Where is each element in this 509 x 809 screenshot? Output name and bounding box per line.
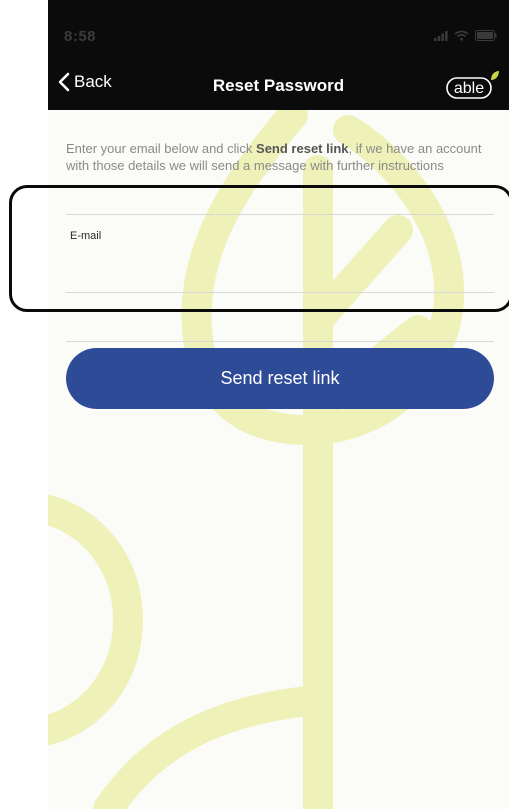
signal-icon xyxy=(434,30,448,41)
reset-form: Enter your email below and click Send re… xyxy=(66,140,496,174)
screen: 8:58 Back Reset Password able Enter your… xyxy=(0,0,509,809)
instructions-text: Enter your email below and click Send re… xyxy=(66,140,496,174)
navigation-bar: Back Reset Password able xyxy=(48,70,509,106)
status-icons xyxy=(434,30,497,41)
logo-text: able xyxy=(454,80,484,97)
send-reset-link-button[interactable]: Send reset link xyxy=(66,348,494,409)
divider-bottom xyxy=(66,341,494,342)
instructions-part1: Enter your email below and click xyxy=(66,141,257,156)
status-bar: 8:58 xyxy=(48,28,509,48)
page-title: Reset Password xyxy=(212,76,345,95)
divider-top xyxy=(66,214,494,215)
wifi-icon xyxy=(454,30,469,41)
email-label: E-mail xyxy=(70,230,102,242)
phone-screen: 8:58 Back Reset Password able Enter your… xyxy=(48,0,509,809)
email-underline xyxy=(66,292,494,293)
instructions-bold: Send reset link xyxy=(256,141,349,156)
battery-icon xyxy=(475,30,497,41)
email-input[interactable] xyxy=(66,250,498,290)
able-logo: able xyxy=(446,71,499,99)
status-time: 8:58 xyxy=(64,28,97,45)
